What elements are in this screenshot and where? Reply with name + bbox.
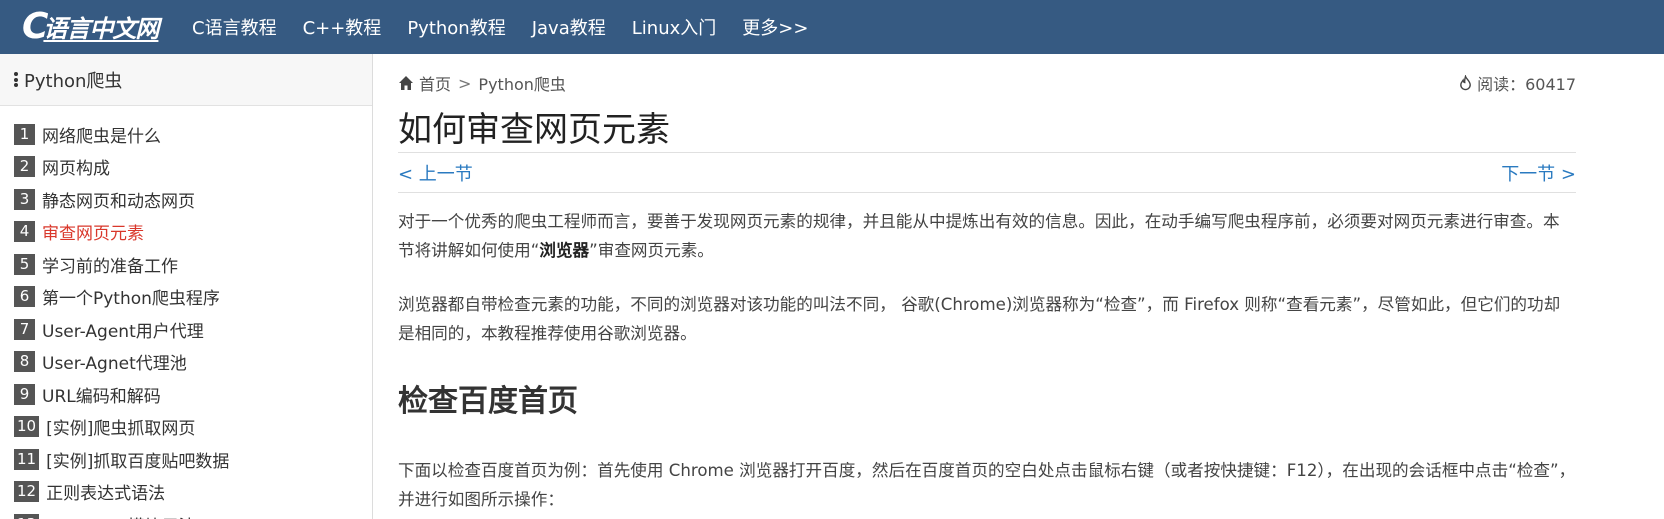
main-nav: C语言教程 C++教程 Python教程 Java教程 Linux入门 更多>> xyxy=(192,0,834,54)
pager: < 上一节 下一节 > xyxy=(398,152,1576,193)
sidebar-item-label: URL编码和解码 xyxy=(42,386,161,407)
sidebar-item-label: 正则表达式语法 xyxy=(46,484,166,505)
breadcrumb: 首页 > Python爬虫 xyxy=(398,71,566,95)
paragraph-browser: 浏览器都自带检查元素的功能，不同的浏览器对该功能的叫法不同， 谷歌(Chrome… xyxy=(398,295,1561,343)
page-title: 如何审查网页元素 xyxy=(398,110,670,150)
sidebar-header: Python爬虫 xyxy=(0,54,372,106)
site-logo[interactable]: C 语言中文网 xyxy=(22,6,159,47)
sidebar-item-number: 8 xyxy=(14,351,35,373)
sidebar-list: 1 网络爬虫是什么 2 网页构成 3 静态网页和动态网页 4 审查网页元素 5 学习前的准备工作 6… xyxy=(0,106,372,519)
sidebar-item-number: 13 xyxy=(14,513,40,519)
sidebar-item-number: 7 xyxy=(14,318,35,340)
sidebar-item-label: [实例]爬虫抓取网页 xyxy=(46,419,196,440)
sidebar-title: Python爬虫 xyxy=(24,70,123,92)
next-section-link[interactable]: 下一节 > xyxy=(1501,160,1576,186)
sidebar-item-number: 9 xyxy=(14,383,35,405)
sidebar-item[interactable]: 3 静态网页和动态网页 xyxy=(0,183,372,216)
sidebar-item[interactable]: 9 URL编码和解码 xyxy=(0,378,372,411)
nav-link-linux[interactable]: Linux入门 xyxy=(632,14,717,40)
sidebar-item-label: [实例]抓取百度贴吧数据 xyxy=(46,451,230,472)
top-nav-bar: C 语言中文网 C语言教程 C++教程 Python教程 Java教程 Linu… xyxy=(0,0,1664,54)
sidebar-item[interactable]: 1 网络爬虫是什么 xyxy=(0,118,372,151)
sidebar-item-label: 学习前的准备工作 xyxy=(42,256,178,277)
paragraph-text: ”审查网页元素。 xyxy=(589,240,714,260)
sidebar-item-label: 第一个Python爬虫程序 xyxy=(42,289,220,310)
sidebar-item-label: 静态网页和动态网页 xyxy=(42,191,195,212)
sidebar-item-number: 4 xyxy=(14,221,35,243)
sidebar-item-label: 网页构成 xyxy=(42,159,110,180)
sidebar: Python爬虫 1 网络爬虫是什么 2 网页构成 3 静态网页和动态网页 4 审查网页元素 5… xyxy=(0,54,373,519)
fire-icon xyxy=(1460,75,1471,91)
nav-link-python[interactable]: Python教程 xyxy=(407,14,505,40)
sidebar-item-number: 3 xyxy=(14,188,35,210)
read-count: 阅读：60417 xyxy=(1458,71,1576,95)
sidebar-item-label: 网络爬虫是什么 xyxy=(42,126,161,147)
sidebar-item-number: 11 xyxy=(14,448,40,470)
sidebar-item-number: 2 xyxy=(14,156,35,178)
sidebar-item[interactable]: 5 学习前的准备工作 xyxy=(0,248,372,281)
sidebar-item[interactable]: 2 网页构成 xyxy=(0,151,372,184)
breadcrumb-separator: > xyxy=(458,73,472,93)
sidebar-item[interactable]: 8 User-Agnet代理池 xyxy=(0,346,372,379)
sidebar-item[interactable]: 12 正则表达式语法 xyxy=(0,476,372,509)
logo-text: 语言中文网 xyxy=(43,14,159,43)
sidebar-item-label: 审查网页元素 xyxy=(42,224,144,245)
paragraph-baidu: 下面以检查百度首页为例：首先使用 Chrome 浏览器打开百度，然后在百度首页的… xyxy=(398,461,1576,509)
breadcrumb-section-link[interactable]: Python爬虫 xyxy=(478,71,565,95)
sidebar-item-number: 6 xyxy=(14,286,35,308)
nav-link-java[interactable]: Java教程 xyxy=(532,14,606,40)
nav-link-more[interactable]: 更多>> xyxy=(742,14,808,40)
sidebar-item[interactable]: 13 Python re模块用法 xyxy=(0,508,372,519)
breadcrumb-home-link[interactable]: 首页 xyxy=(419,71,451,95)
sidebar-item-label: Python re模块用法 xyxy=(46,512,195,519)
sidebar-item-label: User-Agnet代理池 xyxy=(42,354,187,375)
main-content: 首页 > Python爬虫 阅读：60417 如何审查网页元素 < 上一节 下一… xyxy=(398,54,1576,519)
nav-link-c[interactable]: C语言教程 xyxy=(192,14,277,40)
sidebar-item-label: User-Agent用户代理 xyxy=(42,321,204,342)
read-count-text: 阅读：60417 xyxy=(1477,75,1576,94)
bold-term: 浏览器 xyxy=(539,240,590,260)
sidebar-item-number: 12 xyxy=(14,481,40,503)
sidebar-item[interactable]: 4 审查网页元素 xyxy=(0,216,372,249)
section-heading: 检查百度首页 xyxy=(398,384,578,419)
sidebar-item[interactable]: 11 [实例]抓取百度贴吧数据 xyxy=(0,443,372,476)
sidebar-item-number: 1 xyxy=(14,123,35,145)
home-icon xyxy=(399,76,413,90)
vertical-dots-icon xyxy=(14,72,18,87)
prev-section-link[interactable]: < 上一节 xyxy=(398,160,473,186)
sidebar-item[interactable]: 7 User-Agent用户代理 xyxy=(0,313,372,346)
paragraph-intro: 对于一个优秀的爬虫工程师而言，要善于发现网页元素的规律，并且能从中提炼出有效的信… xyxy=(398,208,1576,265)
sidebar-item-number: 5 xyxy=(14,253,35,275)
sidebar-item-number: 10 xyxy=(14,416,40,438)
sidebar-item[interactable]: 10 [实例]爬虫抓取网页 xyxy=(0,411,372,444)
nav-link-cpp[interactable]: C++教程 xyxy=(303,14,382,40)
sidebar-item[interactable]: 6 第一个Python爬虫程序 xyxy=(0,281,372,314)
